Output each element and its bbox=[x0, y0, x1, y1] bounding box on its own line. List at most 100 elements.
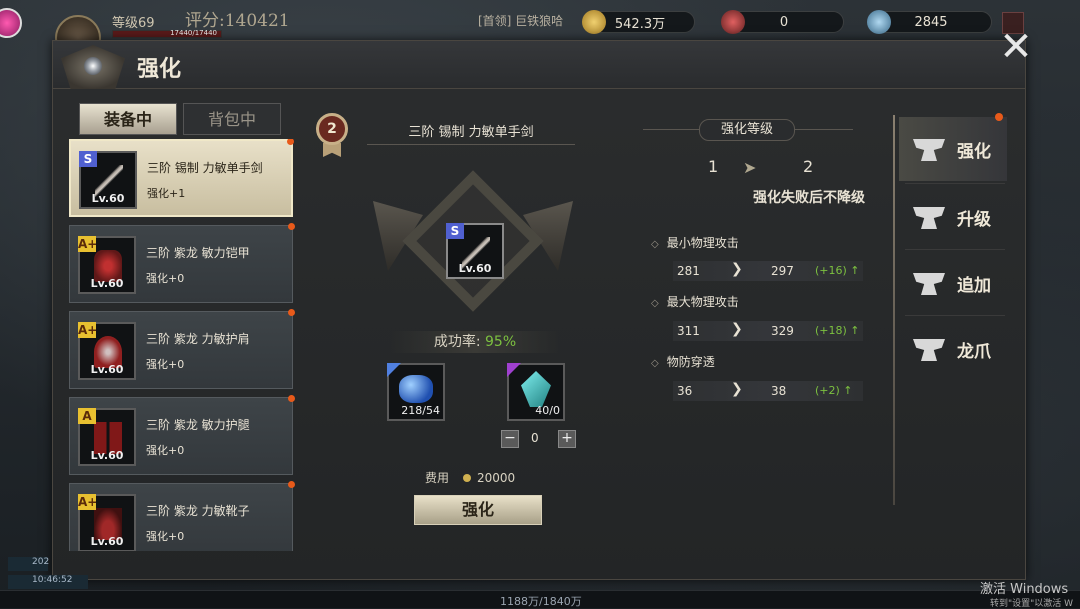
item-level: Lv.60 bbox=[91, 192, 125, 205]
cost-row: 费用 20000 bbox=[425, 469, 515, 486]
crystal-display[interactable]: 2845 bbox=[867, 10, 992, 34]
cost-value: 20000 bbox=[477, 471, 516, 485]
xp-text: 1188万/1840万 bbox=[500, 595, 582, 608]
item-icon: S Lv.60 bbox=[446, 223, 504, 279]
red-currency-display[interactable]: 0 bbox=[721, 10, 844, 34]
windows-watermark: 激活 Windows bbox=[980, 582, 1069, 597]
item-enhance: 强化+0 bbox=[146, 444, 185, 457]
list-item[interactable]: A Lv.60 三阶 紫龙 敏力护腿 强化+0 bbox=[69, 395, 295, 475]
stat-diff: (+16) ↑ bbox=[815, 264, 860, 277]
guild-tag: [首领] 巨铁狼哈 bbox=[478, 14, 564, 28]
no-downgrade-note: 强化失败后不降级 bbox=[753, 190, 865, 206]
stat-diff-value: (+18) bbox=[815, 324, 847, 337]
stat-diff: (+2) ↑ bbox=[815, 384, 853, 397]
minus-button[interactable]: − bbox=[501, 430, 519, 448]
nav-label: 龙爪 bbox=[957, 342, 991, 362]
grade-badge: A+ bbox=[78, 236, 98, 252]
stat-diff: (+18) ↑ bbox=[815, 324, 860, 337]
grade-badge: S bbox=[79, 151, 97, 167]
ribbon-icon bbox=[323, 143, 341, 157]
red-gem-icon bbox=[721, 10, 745, 34]
stat-from: 311 bbox=[677, 324, 700, 338]
xp-bar: 1188万/1840万 bbox=[0, 590, 1080, 608]
item-icon: A Lv.60 bbox=[78, 408, 136, 466]
nav-item-append[interactable]: 追加 bbox=[899, 251, 1007, 315]
time-display: 10:46:52 bbox=[8, 575, 88, 589]
stat-label: 最小物理攻击 bbox=[651, 234, 739, 251]
stepper-value: 0 bbox=[531, 431, 539, 445]
list-item[interactable]: A+ Lv.60 三阶 紫龙 敏力铠甲 强化+0 bbox=[69, 223, 295, 303]
hp-text: 17440/17440 bbox=[170, 29, 217, 37]
tab-bag[interactable]: 背包中 bbox=[183, 103, 281, 135]
coin-icon bbox=[463, 474, 472, 482]
item-enhance: 强化+0 bbox=[146, 530, 185, 543]
corner-mark bbox=[387, 363, 401, 377]
material-slot[interactable]: 40/0 bbox=[507, 363, 565, 421]
notification-dot bbox=[995, 113, 1003, 121]
item-name: 三阶 锡制 力敏单手剑 bbox=[147, 161, 263, 175]
equipment-list[interactable]: S Lv.60 三阶 锡制 力敏单手剑 强化+1 A+ Lv.60 三阶 紫龙 … bbox=[69, 139, 295, 551]
stat-label: 最大物理攻击 bbox=[651, 293, 739, 310]
item-icon: A+ Lv.60 bbox=[78, 322, 136, 380]
gold-coin-icon bbox=[582, 10, 606, 34]
rank-number: 2 bbox=[316, 113, 348, 145]
stat-diff-value: (+16) bbox=[815, 264, 847, 277]
blue-stone-icon bbox=[399, 375, 433, 403]
gold-display[interactable]: 542.3万 bbox=[582, 10, 695, 34]
material-slot[interactable]: 218/54 bbox=[387, 363, 445, 421]
stat-to: 329 bbox=[771, 324, 794, 338]
item-level: Lv.60 bbox=[458, 262, 492, 275]
hud-topbar: 等级69 评分:140421 17440/17440 [首领] 巨铁狼哈 542… bbox=[0, 0, 1080, 61]
list-item[interactable]: A+ Lv.60 三阶 紫龙 力敏护肩 强化+0 bbox=[69, 309, 295, 389]
red-currency-value: 0 bbox=[779, 14, 789, 30]
quantity-stepper[interactable]: − 0 + bbox=[501, 430, 579, 448]
grade-badge: A+ bbox=[78, 322, 98, 338]
player-level: 等级69 bbox=[112, 16, 155, 31]
stat-row: 281 ❯ 297 (+16) ↑ bbox=[673, 261, 863, 281]
nav-label: 强化 bbox=[957, 142, 991, 162]
success-rate: 成功率: 95% bbox=[391, 331, 559, 353]
stat-to: 297 bbox=[771, 264, 794, 278]
crystal-icon bbox=[867, 10, 891, 34]
stat-to: 38 bbox=[771, 384, 787, 398]
chevron-right-icon: ❯ bbox=[731, 321, 743, 337]
item-enhance: 强化+0 bbox=[146, 358, 185, 371]
item-enhance: 强化+0 bbox=[146, 272, 185, 285]
list-item[interactable]: S Lv.60 三阶 锡制 力敏单手剑 强化+1 bbox=[69, 139, 294, 217]
grade-badge: S bbox=[446, 223, 464, 239]
notification-dot bbox=[288, 309, 295, 316]
stat-from: 281 bbox=[677, 264, 700, 278]
enhance-button[interactable]: 强化 bbox=[414, 495, 542, 525]
item-name: 三阶 紫龙 敏力铠甲 bbox=[146, 246, 250, 260]
gold-value: 542.3万 bbox=[614, 16, 666, 32]
anvil-icon bbox=[913, 339, 945, 361]
nav-label: 升级 bbox=[957, 210, 991, 230]
tab-equipped[interactable]: 装备中 bbox=[79, 103, 177, 135]
level-from: 1 bbox=[708, 157, 719, 176]
stat-row: 36 ❯ 38 (+2) ↑ bbox=[673, 381, 863, 401]
nav-item-dragon-claw[interactable]: 龙爪 bbox=[899, 317, 1007, 381]
status-orb[interactable] bbox=[0, 8, 22, 38]
nav-divider bbox=[893, 115, 895, 505]
level-header-label: 强化等级 bbox=[699, 119, 795, 141]
anvil-icon bbox=[913, 273, 945, 295]
nav-item-enhance[interactable]: 强化 bbox=[899, 113, 1007, 181]
selected-item-slot[interactable]: S Lv.60 bbox=[446, 223, 504, 279]
item-level: Lv.60 bbox=[90, 535, 124, 548]
nav-item-upgrade[interactable]: 升级 bbox=[899, 185, 1007, 249]
item-enhance: 强化+1 bbox=[147, 187, 186, 200]
level-to: 2 bbox=[803, 157, 814, 176]
player-score: 评分:140421 bbox=[185, 11, 290, 31]
close-icon[interactable]: ✕ bbox=[998, 27, 1034, 67]
plus-button[interactable]: + bbox=[558, 430, 576, 448]
item-level: Lv.60 bbox=[90, 363, 124, 376]
list-item[interactable]: A+ Lv.60 三阶 紫龙 力敏靴子 强化+0 bbox=[69, 481, 295, 551]
item-name: 三阶 紫龙 敏力护腿 bbox=[146, 418, 250, 432]
divider bbox=[905, 315, 1005, 316]
divider bbox=[905, 249, 1005, 250]
item-icon: S Lv.60 bbox=[79, 151, 137, 209]
item-level: Lv.60 bbox=[90, 449, 124, 462]
item-icon: A+ Lv.60 bbox=[78, 494, 136, 551]
notification-dot bbox=[288, 223, 295, 230]
success-label: 成功率: bbox=[433, 334, 481, 350]
